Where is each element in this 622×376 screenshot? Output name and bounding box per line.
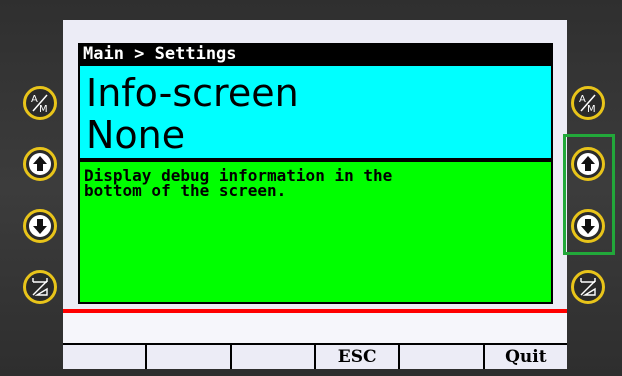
setting-panel: Info-screen None bbox=[78, 66, 553, 160]
svg-text:A: A bbox=[579, 94, 586, 105]
auto-manual-icon: A M bbox=[579, 94, 596, 115]
softkey-3[interactable] bbox=[232, 345, 316, 369]
hand-auto-icon bbox=[32, 278, 48, 296]
description-line-2: bottom of the screen. bbox=[84, 181, 287, 200]
svg-text:M: M bbox=[39, 104, 48, 115]
auto-manual-icon: A M bbox=[31, 94, 48, 115]
arrow-down-icon bbox=[29, 215, 51, 237]
softkey-1[interactable] bbox=[63, 345, 148, 369]
softkey-bar: ESC Quit bbox=[63, 343, 567, 369]
arrow-up-icon bbox=[29, 153, 51, 175]
setting-description: Display debug information in the bottom … bbox=[84, 168, 544, 200]
hand-auto-icon bbox=[580, 278, 596, 296]
left-up-button[interactable] bbox=[23, 147, 57, 181]
left-down-button[interactable] bbox=[23, 209, 57, 243]
setting-value[interactable]: None bbox=[86, 116, 185, 154]
left-hand-auto-button[interactable] bbox=[23, 270, 57, 304]
right-auto-manual-button[interactable]: A M bbox=[571, 86, 605, 120]
softkey-5[interactable] bbox=[400, 345, 485, 369]
right-down-button[interactable] bbox=[571, 209, 605, 243]
left-auto-manual-button[interactable]: A M bbox=[23, 86, 57, 120]
softkey-2[interactable] bbox=[147, 345, 232, 369]
arrow-down-icon bbox=[577, 215, 599, 237]
right-up-button[interactable] bbox=[571, 147, 605, 181]
svg-text:M: M bbox=[587, 104, 596, 115]
quit-softkey[interactable]: Quit bbox=[485, 345, 567, 369]
setting-name: Info-screen bbox=[86, 71, 299, 115]
status-area bbox=[63, 313, 567, 343]
esc-softkey[interactable]: ESC bbox=[316, 345, 401, 369]
right-hand-auto-button[interactable] bbox=[571, 270, 605, 304]
svg-text:A: A bbox=[31, 94, 38, 105]
description-panel: Display debug information in the bottom … bbox=[78, 160, 553, 304]
breadcrumb: Main > Settings bbox=[78, 43, 553, 66]
arrow-up-icon bbox=[577, 153, 599, 175]
